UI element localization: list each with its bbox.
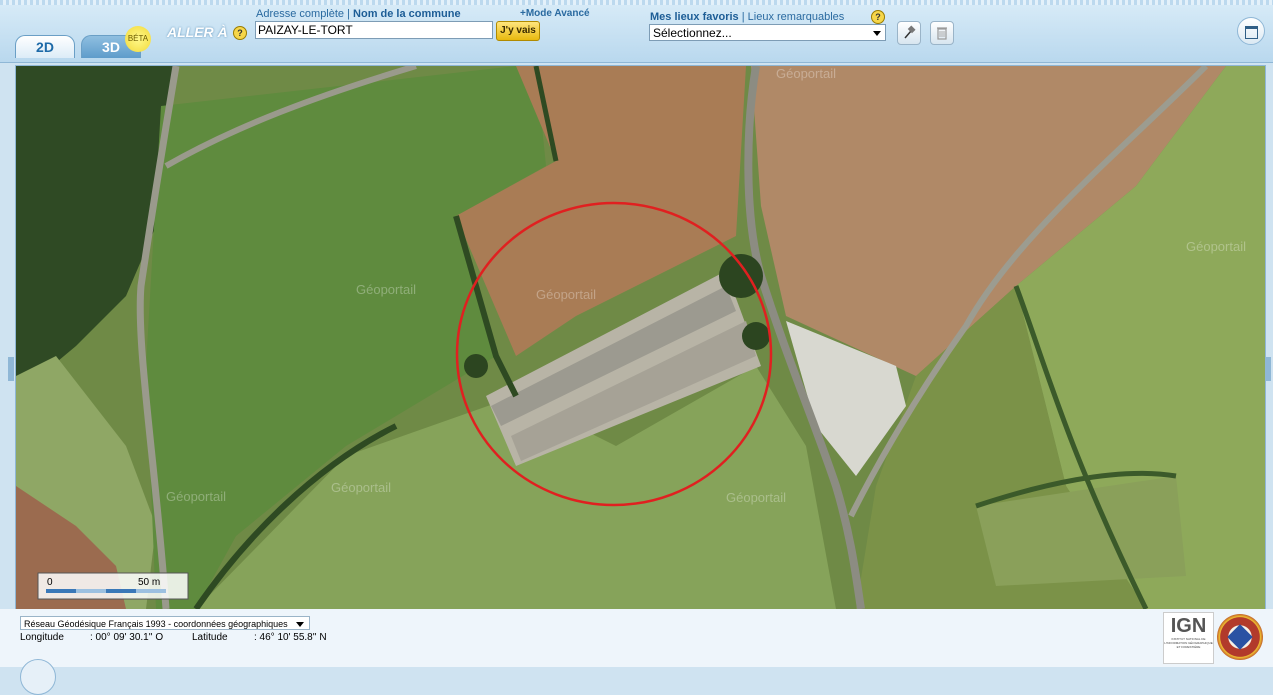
- commune-link[interactable]: Nom de la commune: [353, 8, 461, 20]
- address-link[interactable]: Adresse complète: [256, 8, 344, 20]
- pin-icon: [904, 25, 916, 39]
- watermark: Géoportail: [776, 66, 836, 81]
- ign-logo-text: IGN: [1170, 615, 1207, 637]
- chevron-down-icon: [296, 622, 304, 627]
- scale-bar-box: [37, 572, 189, 600]
- address-input[interactable]: PAIZAY-LE-TORT: [255, 21, 493, 39]
- navigation-control[interactable]: [20, 659, 56, 695]
- watermark: Géoportail: [356, 282, 416, 297]
- top-strip: [0, 0, 1273, 5]
- go-button[interactable]: J'y vais: [496, 21, 540, 41]
- toolbar: 2D 3D BÉTA ALLER À ? Adresse complète | …: [0, 0, 1273, 63]
- delete-button[interactable]: [930, 21, 954, 45]
- advanced-mode-link[interactable]: +Mode Avancé: [520, 8, 590, 19]
- address-mode-links: Adresse complète | Nom de la commune: [256, 8, 461, 20]
- scale-segment: [106, 589, 136, 593]
- tree: [464, 354, 488, 378]
- favorites-select-value: Sélectionnez...: [653, 26, 732, 40]
- scale-segment: [136, 589, 166, 593]
- window-icon[interactable]: [1237, 17, 1265, 45]
- watermark: Géoportail: [166, 489, 226, 504]
- goto-label: ALLER À: [167, 24, 228, 40]
- longitude-label: Longitude: [20, 632, 64, 643]
- scale-segment: [76, 589, 106, 593]
- tree: [742, 322, 770, 350]
- watermark: Géoportail: [536, 287, 596, 302]
- watermark: Géoportail: [331, 480, 391, 495]
- left-panel-toggle[interactable]: [8, 357, 14, 381]
- projection-select[interactable]: Réseau Géodésique Français 1993 - coordo…: [20, 616, 310, 630]
- government-logo[interactable]: [1217, 614, 1263, 660]
- separator: |: [741, 11, 745, 23]
- aerial-map[interactable]: Géoportail Géoportail Géoportail Géoport…: [16, 66, 1265, 609]
- longitude-value: : 00° 09' 30.1'' O: [90, 632, 164, 643]
- watermark: Géoportail: [726, 490, 786, 505]
- scale-min: 0: [47, 577, 53, 588]
- projection-value: Réseau Géodésique Français 1993 - coordo…: [24, 619, 288, 629]
- help-icon[interactable]: ?: [871, 10, 885, 24]
- favorites-select[interactable]: Sélectionnez...: [649, 24, 886, 41]
- pin-button[interactable]: [897, 21, 921, 45]
- scale-segment: [46, 589, 76, 593]
- favorites-links: Mes lieux favoris | Lieux remarquables: [650, 11, 844, 23]
- beta-badge: BÉTA: [125, 26, 151, 52]
- scale-max: 50 m: [138, 577, 160, 588]
- latitude-value: : 46° 10' 55.8'' N: [254, 632, 327, 643]
- ign-logo-subtext: INSTITUT NATIONAL DE L'INFORMATION GÉOGR…: [1164, 637, 1213, 649]
- ign-logo[interactable]: IGN INSTITUT NATIONAL DE L'INFORMATION G…: [1163, 612, 1214, 664]
- separator: |: [347, 8, 350, 20]
- latitude-label: Latitude: [192, 632, 228, 643]
- map-view[interactable]: Géoportail Géoportail Géoportail Géoport…: [15, 65, 1266, 610]
- watermark: Géoportail: [1186, 239, 1246, 254]
- trash-icon: [937, 27, 947, 40]
- remarkable-places-link[interactable]: Lieux remarquables: [748, 11, 845, 23]
- tab-2d[interactable]: 2D: [15, 35, 75, 58]
- chevron-down-icon: [873, 31, 881, 36]
- favorites-link[interactable]: Mes lieux favoris: [650, 11, 739, 23]
- help-icon[interactable]: ?: [233, 26, 247, 40]
